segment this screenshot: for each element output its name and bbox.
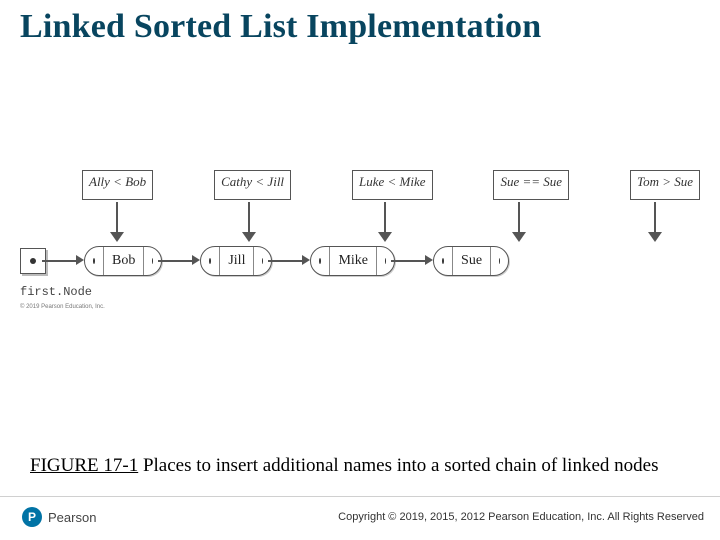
list-node: Bob xyxy=(84,246,162,276)
pearson-logo-icon: P xyxy=(22,507,42,527)
pointer-dot-icon xyxy=(209,258,211,264)
node-data: Jill xyxy=(219,247,253,275)
figure-tiny-copyright: © 2019 Pearson Education, Inc. xyxy=(20,304,105,310)
brand-logo: P Pearson xyxy=(22,507,96,527)
compare-box: Tom > Sue xyxy=(630,170,700,200)
first-node-label: first.Node xyxy=(20,285,92,299)
right-arrow-icon xyxy=(46,256,84,266)
node-data: Bob xyxy=(103,247,143,275)
compare-box: Ally < Bob xyxy=(82,170,153,200)
insertion-arrows xyxy=(20,200,700,245)
right-arrow-icon xyxy=(272,256,310,266)
right-arrow-icon xyxy=(162,256,200,266)
page-title: Linked Sorted List Implementation xyxy=(20,8,700,46)
slide: Linked Sorted List Implementation Ally <… xyxy=(0,0,720,540)
node-prev-cell xyxy=(201,247,219,275)
node-data: Mike xyxy=(329,247,376,275)
node-prev-cell xyxy=(85,247,103,275)
node-data: Sue xyxy=(452,247,490,275)
down-arrow-icon xyxy=(110,202,124,242)
pointer-dot-icon xyxy=(93,258,95,264)
footer: P Pearson Copyright © 2019, 2015, 2012 P… xyxy=(0,496,720,540)
compare-box: Luke < Mike xyxy=(352,170,433,200)
node-next-cell xyxy=(490,247,508,275)
list-node: Jill xyxy=(200,246,272,276)
comparison-row: Ally < Bob Cathy < Jill Luke < Mike Sue … xyxy=(82,170,700,200)
down-arrow-icon xyxy=(648,202,662,242)
down-arrow-icon xyxy=(512,202,526,242)
list-node: Mike xyxy=(310,246,395,276)
footer-copyright: Copyright © 2019, 2015, 2012 Pearson Edu… xyxy=(338,511,704,523)
right-arrow-icon xyxy=(395,256,433,266)
figure-number: FIGURE 17-1 xyxy=(30,455,138,476)
down-arrow-icon xyxy=(378,202,392,242)
pointer-dot-icon xyxy=(152,258,153,264)
pointer-dot-icon xyxy=(385,258,386,264)
node-prev-cell xyxy=(434,247,452,275)
down-arrow-icon xyxy=(242,202,256,242)
figure-caption-text: Places to insert additional names into a… xyxy=(138,455,658,476)
linked-chain: Bob Jill Mike Sue xyxy=(20,242,700,280)
pointer-dot-icon xyxy=(30,258,36,264)
compare-box: Cathy < Jill xyxy=(214,170,291,200)
brand-name: Pearson xyxy=(48,510,96,525)
node-prev-cell xyxy=(311,247,329,275)
pointer-dot-icon xyxy=(499,258,500,264)
compare-box: Sue == Sue xyxy=(493,170,569,200)
pointer-dot-icon xyxy=(442,258,444,264)
list-node: Sue xyxy=(433,246,509,276)
pointer-dot-icon xyxy=(319,258,321,264)
diagram: Ally < Bob Cathy < Jill Luke < Mike Sue … xyxy=(20,170,700,340)
pointer-dot-icon xyxy=(262,258,263,264)
figure-caption: FIGURE 17-1 Places to insert additional … xyxy=(30,454,690,478)
